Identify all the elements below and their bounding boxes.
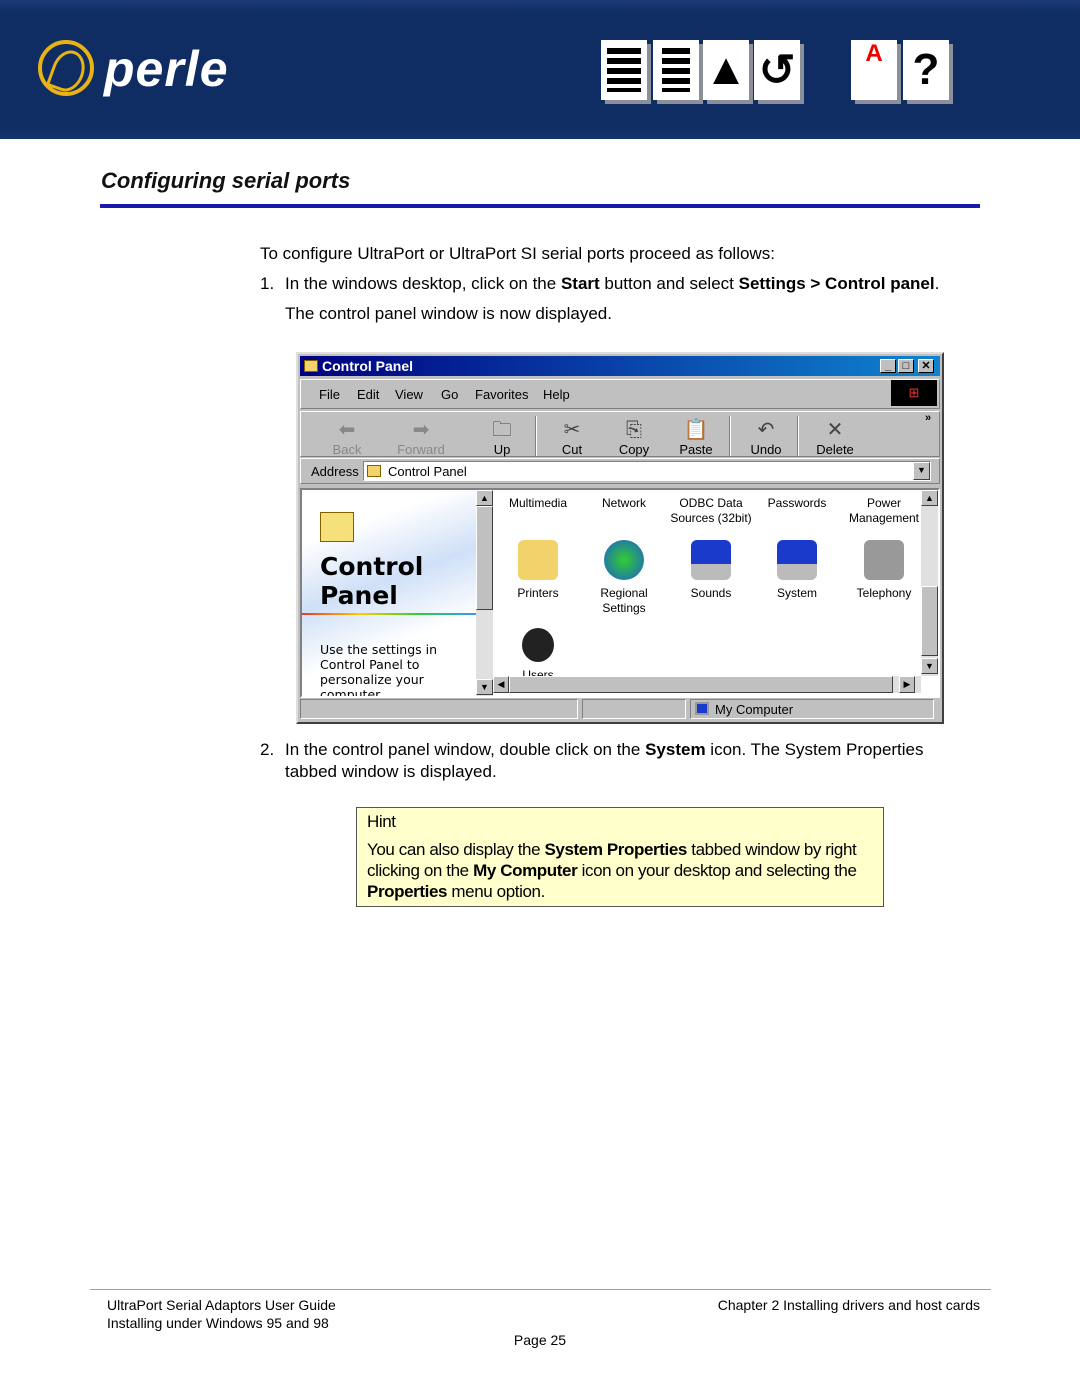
control-panel-icon bbox=[304, 360, 318, 372]
footer-section: Installing under Windows 95 and 98 bbox=[107, 1315, 329, 1331]
step2-number: 2. bbox=[260, 740, 275, 759]
cpl-odbc[interactable]: ODBC Data Sources (32bit) bbox=[666, 496, 756, 526]
status-bar: My Computer bbox=[300, 699, 940, 721]
section-title: Configuring serial ports bbox=[101, 168, 351, 193]
help-icon[interactable]: ? bbox=[903, 40, 949, 100]
scissors-icon: ✂ bbox=[563, 419, 581, 441]
back-icon[interactable]: ↺ bbox=[754, 40, 800, 100]
hint-box: Hint You can also display the System Pro… bbox=[356, 807, 884, 907]
cpl-regional-settings[interactable]: Regional Settings bbox=[579, 540, 669, 616]
top-icon[interactable]: ▲ bbox=[703, 40, 749, 100]
menu-file[interactable]: File bbox=[319, 387, 340, 402]
up-folder-icon: 🗀 bbox=[492, 419, 512, 441]
back-button[interactable]: ⬅ Back bbox=[317, 418, 377, 457]
menu-go[interactable]: Go bbox=[441, 387, 458, 402]
panel-description: Use the settings in Control Panel to per… bbox=[320, 642, 438, 696]
step1-text: In the windows desktop, click on the Sta… bbox=[285, 274, 940, 293]
my-computer-icon bbox=[695, 702, 709, 715]
cpl-printers[interactable]: Printers bbox=[493, 540, 583, 601]
hint-title: Hint bbox=[367, 812, 396, 831]
menu-edit[interactable]: Edit bbox=[357, 387, 379, 402]
more-chevron-icon[interactable]: » bbox=[925, 412, 931, 424]
title-rule bbox=[100, 204, 980, 208]
delete-button[interactable]: ✕ Delete bbox=[805, 418, 865, 457]
logo-text: perle bbox=[104, 41, 229, 97]
forward-arrow-icon: ➡ bbox=[412, 419, 430, 441]
cpl-telephony[interactable]: Telephony bbox=[839, 540, 923, 601]
icon-view: Multimedia Network ODBC Data Sources (32… bbox=[493, 490, 923, 676]
content-area: Control Panel Use the settings in Control… bbox=[300, 488, 940, 698]
delete-x-icon: ✕ bbox=[826, 419, 844, 441]
step2-line2: tabbed window is displayed. bbox=[285, 762, 497, 781]
menu-favorites[interactable]: Favorites bbox=[475, 387, 528, 402]
minimize-button[interactable]: _ bbox=[880, 359, 896, 373]
footer-chapter: Chapter 2 Installing drivers and host ca… bbox=[717, 1297, 980, 1313]
toolbar-separator bbox=[797, 416, 799, 456]
toolbar: ⬅ Back ➡ Forward 🗀 Up ✂ Cut ⎘ Copy 📋 Paste ↶ Un… bbox=[300, 411, 940, 457]
index-icon[interactable] bbox=[653, 40, 699, 100]
step2-text: In the control panel window, double clic… bbox=[285, 740, 924, 759]
printer-icon bbox=[518, 540, 558, 580]
paste-button[interactable]: 📋 Paste bbox=[666, 418, 726, 457]
color-divider bbox=[302, 613, 476, 615]
step1-line2: The control panel window is now displaye… bbox=[285, 304, 612, 323]
control-panel-screenshot: Control Panel _ □ ✕ File Edit View Go Fa… bbox=[296, 352, 944, 724]
page-number: Page 25 bbox=[513, 1332, 567, 1348]
cpl-power-management[interactable]: Power Management bbox=[839, 496, 923, 526]
toolbar-separator bbox=[729, 416, 731, 456]
panel-title: Control bbox=[320, 552, 424, 581]
computer-icon bbox=[777, 540, 817, 580]
menu-view[interactable]: View bbox=[395, 387, 423, 402]
window-title: Control Panel bbox=[322, 358, 414, 374]
intro-text: To configure UltraPort or UltraPort SI s… bbox=[260, 244, 775, 263]
cpl-passwords[interactable]: Passwords bbox=[752, 496, 842, 511]
address-field[interactable]: Control Panel ▼ bbox=[363, 461, 931, 481]
users-icon bbox=[522, 628, 554, 662]
windows-logo-icon: ⊞ bbox=[891, 380, 937, 406]
address-bar: Address Control Panel ▼ bbox=[300, 458, 940, 484]
window-titlebar: Control Panel _ □ ✕ bbox=[300, 356, 940, 376]
step1-number: 1. bbox=[260, 274, 275, 293]
control-panel-icon bbox=[367, 465, 381, 477]
globe-icon bbox=[604, 540, 644, 580]
address-label: Address bbox=[311, 464, 359, 479]
speaker-icon bbox=[691, 540, 731, 580]
cpl-users[interactable]: Users bbox=[493, 628, 583, 676]
footer-guide-title: UltraPort Serial Adaptors User Guide bbox=[107, 1297, 336, 1313]
cpl-system[interactable]: System bbox=[752, 540, 842, 601]
copy-button[interactable]: ⎘ Copy bbox=[604, 418, 664, 457]
address-dropdown-button[interactable]: ▼ bbox=[913, 462, 930, 480]
forward-button[interactable]: ➡ Forward bbox=[391, 418, 451, 457]
right-scrollbar[interactable]: ▲ ▼ bbox=[921, 490, 938, 676]
close-button[interactable]: ✕ bbox=[918, 359, 934, 373]
cpl-network[interactable]: Network bbox=[579, 496, 669, 511]
perle-logo-icon bbox=[38, 40, 94, 96]
undo-button[interactable]: ↶ Undo bbox=[736, 418, 796, 457]
menu-bar: File Edit View Go Favorites Help ⊞ bbox=[300, 379, 940, 409]
hint-text: You can also display the System Properti… bbox=[367, 840, 857, 901]
cpl-sounds[interactable]: Sounds bbox=[666, 540, 756, 601]
undo-icon: ↶ bbox=[757, 419, 775, 441]
toolbar-separator bbox=[535, 416, 537, 456]
status-zone: My Computer bbox=[690, 699, 934, 719]
horizontal-scrollbar[interactable]: ◀ ▶ bbox=[493, 676, 921, 693]
copy-icon: ⎘ bbox=[626, 419, 642, 441]
paste-icon: 📋 bbox=[683, 419, 709, 441]
page-header: perle ▲ ↺ A ? bbox=[0, 0, 1080, 139]
contents-icon[interactable] bbox=[601, 40, 647, 100]
up-button[interactable]: 🗀 Up bbox=[472, 418, 532, 457]
telephone-icon bbox=[864, 540, 904, 580]
maximize-button[interactable]: □ bbox=[898, 359, 914, 373]
back-arrow-icon: ⬅ bbox=[338, 419, 356, 441]
control-panel-folder-icon bbox=[320, 512, 354, 542]
left-scrollbar[interactable]: ▲ ▼ bbox=[476, 490, 493, 696]
footer-rule bbox=[90, 1289, 991, 1290]
info-panel: Control Panel Use the settings in Control… bbox=[302, 490, 476, 696]
cpl-multimedia[interactable]: Multimedia bbox=[493, 496, 583, 511]
glossary-icon[interactable]: A bbox=[851, 40, 897, 100]
cut-button[interactable]: ✂ Cut bbox=[542, 418, 602, 457]
menu-help[interactable]: Help bbox=[543, 387, 570, 402]
